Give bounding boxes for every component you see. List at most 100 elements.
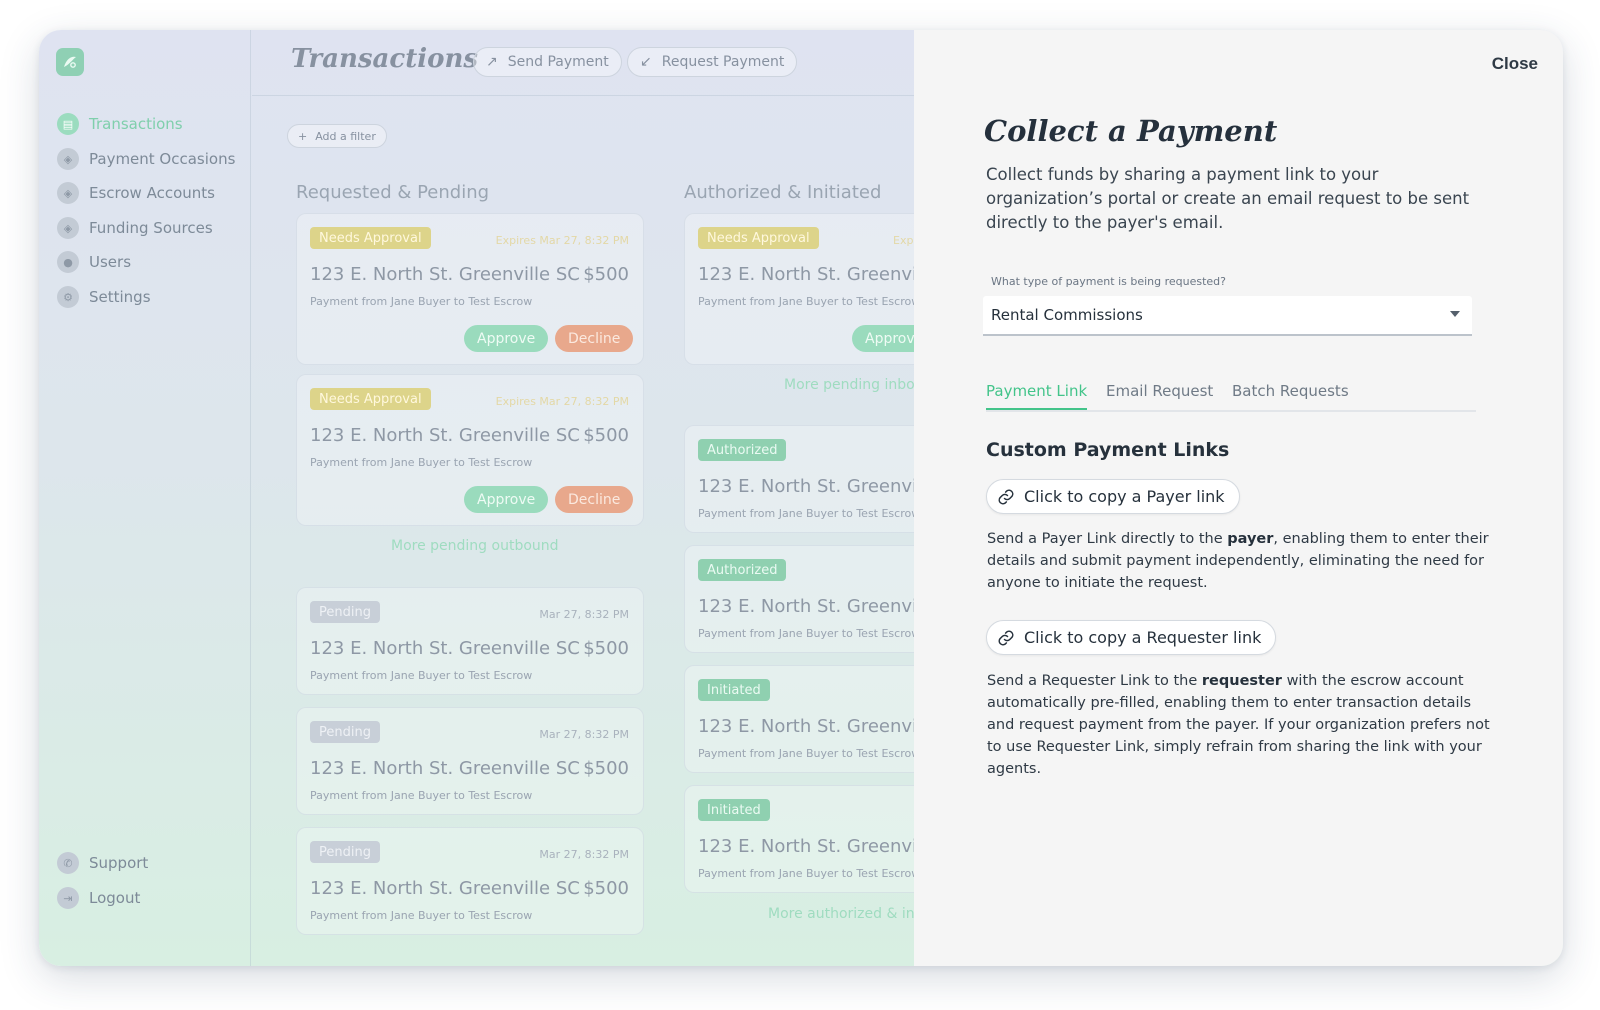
close-button[interactable]: Close [1492,54,1538,74]
card-date: Expires Mar 27, 8:32 PM [495,234,629,247]
select-value: Rental Commissions [991,306,1143,324]
card-subtitle: Payment from Jane Buyer to Test Escrow [698,507,921,520]
sidebar-item-payment-occasions[interactable]: ◈ Payment Occasions [57,146,235,172]
card-address: 123 E. North St. Greenville [698,716,939,737]
users-icon: ● [57,251,79,273]
arrow-down-left-icon: ↙ [640,54,652,70]
copy-payer-link-label: Click to copy a Payer link [1024,487,1225,506]
card-subtitle: Payment from Jane Buyer to Test Escrow [310,456,533,469]
tab-payment-link[interactable]: Payment Link [986,382,1088,410]
sidebar-item-label: Payment Occasions [89,150,236,168]
app-logo-icon[interactable] [56,48,84,76]
card-date: Expires Mar 27, 8:32 PM [495,395,629,408]
copy-requester-link-button[interactable]: Click to copy a Requester link [986,620,1277,655]
status-badge: Pending [310,601,380,623]
card-subtitle: Payment from Jane Buyer to Test Escrow [698,295,921,308]
card-amount: $500 [583,878,629,899]
status-badge: Needs Approval [310,227,431,249]
status-badge: Needs Approval [698,227,819,249]
copy-payer-link-button[interactable]: Click to copy a Payer link [986,479,1240,514]
card-date: Mar 27, 8:32 PM [539,848,629,861]
section-title: Custom Payment Links [986,439,1230,461]
layers-icon: ◈ [57,148,79,170]
sidebar-item-label: Support [89,854,149,872]
panel-title: Collect a Payment [984,114,1278,148]
card-subtitle: Payment from Jane Buyer to Test Escrow [698,627,921,640]
tab-email-request[interactable]: Email Request [1106,382,1213,410]
sidebar-item-funding-sources[interactable]: ◈ Funding Sources [57,215,213,241]
transaction-card[interactable]: Needs Approval Expires Mar 27, 8:32 PM 1… [296,213,644,365]
more-authorized-initiated-link[interactable]: More authorized & init [768,906,924,922]
payment-type-select[interactable]: What type of payment is being requested?… [983,275,1472,344]
transaction-card[interactable]: Needs Approval Expires Mar 27, 8:32 PM 1… [296,374,644,526]
more-pending-outbound-link[interactable]: More pending outbound [391,538,559,554]
page-title: Transactions [291,44,478,74]
select-box[interactable]: Rental Commissions [983,296,1472,336]
more-pending-inbound-link[interactable]: More pending inbou [784,377,924,393]
requester-text-part: Send a Requester Link to the [987,673,1202,689]
requester-text-bold: requester [1201,673,1282,689]
card-address: 123 E. North St. Greenville SC [310,425,580,446]
layers-icon: ◈ [57,217,79,239]
card-subtitle: Payment from Jane Buyer to Test Escrow [310,295,533,308]
status-badge: Authorized [698,439,787,461]
card-address: 123 E. North St. Greenville SC [310,758,580,779]
sidebar-item-settings[interactable]: ⚙ Settings [57,284,151,310]
panel-description: Collect funds by sharing a payment link … [986,165,1470,232]
transaction-card[interactable]: Pending Mar 27, 8:32 PM 123 E. North St.… [296,587,644,695]
payer-link-description: Send a Payer Link directly to the payer,… [987,528,1497,594]
status-badge: Pending [310,721,380,743]
gear-icon: ⚙ [57,286,79,308]
card-subtitle: Payment from Jane Buyer to Test Escrow [310,669,533,682]
tab-bar: Payment Link Email Request Batch Request… [986,376,1476,412]
card-address: 123 E. North St. Greenville SC [310,878,580,899]
transaction-card[interactable]: Pending Mar 27, 8:32 PM 123 E. North St.… [296,827,644,935]
logout-icon: ⇥ [57,887,79,909]
arrow-up-right-icon: ↗ [486,54,498,70]
status-badge: Needs Approval [310,388,431,410]
card-amount: $500 [583,638,629,659]
approve-button[interactable]: Approve [464,486,549,513]
card-address: 123 E. North St. Greenville SC [310,264,580,285]
decline-button[interactable]: Decline [555,325,634,352]
plus-icon: + [298,129,308,143]
sidebar-item-label: Users [89,253,132,271]
transaction-card[interactable]: Pending Mar 27, 8:32 PM 123 E. North St.… [296,707,644,815]
approve-button[interactable]: Approve [464,325,549,352]
tab-batch-requests[interactable]: Batch Requests [1232,382,1349,410]
card-subtitle: Payment from Jane Buyer to Test Escrow [698,867,921,880]
transactions-icon: ▤ [57,113,79,135]
sidebar: ▤ Transactions ◈ Payment Occasions ◈ Esc… [39,30,251,966]
sidebar-item-users[interactable]: ● Users [57,249,131,275]
sidebar-item-label: Transactions [89,115,183,133]
add-filter-button[interactable]: + Add a filter [287,124,387,148]
sidebar-item-support[interactable]: ✆ Support [57,850,148,876]
sidebar-item-label: Logout [89,889,141,907]
card-subtitle: Payment from Jane Buyer to Test Escrow [310,909,533,922]
decline-button[interactable]: Decline [555,486,634,513]
card-amount: $500 [583,425,629,446]
sidebar-item-logout[interactable]: ⇥ Logout [57,885,140,911]
request-payment-button[interactable]: ↙ Request Payment [627,47,798,77]
sidebar-item-label: Settings [89,288,151,306]
status-badge: Authorized [698,559,787,581]
card-address: 123 E. North St. Greenville [698,476,939,497]
sidebar-item-escrow-accounts[interactable]: ◈ Escrow Accounts [57,180,215,206]
status-badge: Initiated [698,679,770,701]
card-date: Expi [893,234,917,247]
app-window: ▤ Transactions ◈ Payment Occasions ◈ Esc… [39,30,1563,966]
card-amount: $500 [583,758,629,779]
card-address: 123 E. North St. Greenville [698,596,939,617]
status-badge: Pending [310,841,380,863]
sidebar-item-label: Escrow Accounts [89,184,215,202]
sidebar-item-transactions[interactable]: ▤ Transactions [57,111,183,137]
sidebar-item-label: Funding Sources [89,219,213,237]
select-label: What type of payment is being requested? [991,275,1227,288]
column-title-requested-pending: Requested & Pending [296,182,490,203]
card-address: 123 E. North St. Greenville [698,836,939,857]
send-payment-label: Send Payment [507,54,609,70]
request-payment-label: Request Payment [661,54,785,70]
send-payment-button[interactable]: ↗ Send Payment [473,47,622,77]
card-subtitle: Payment from Jane Buyer to Test Escrow [310,789,533,802]
status-badge: Initiated [698,799,770,821]
